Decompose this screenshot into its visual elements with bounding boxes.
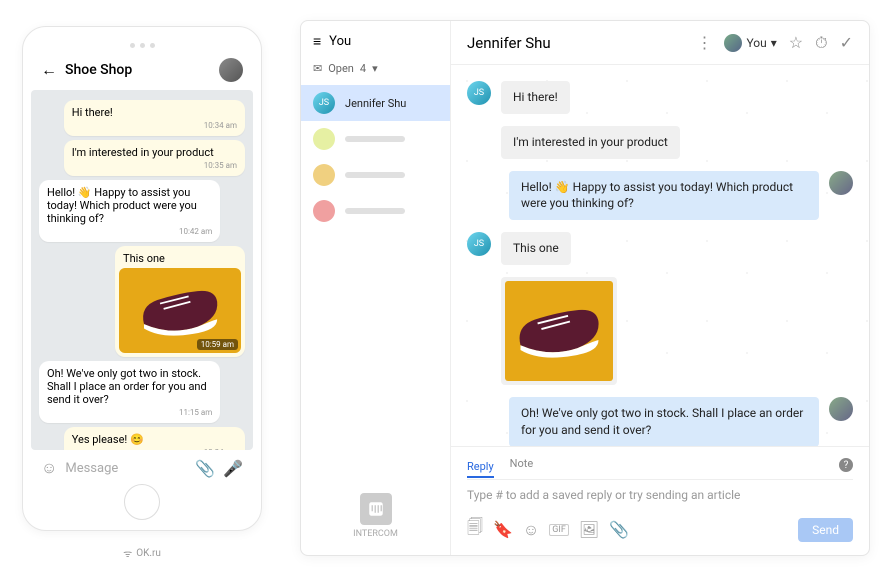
message-bubble: Hello! 👋 Happy to assist you today! Whic… bbox=[509, 171, 819, 221]
composer: Reply Note ? Type # to add a saved reply… bbox=[451, 446, 869, 555]
user-avatar bbox=[724, 34, 742, 52]
more-icon[interactable]: ⋮ bbox=[696, 33, 712, 52]
customer-name: Jennifer Shu bbox=[467, 34, 686, 52]
inbox-folder[interactable]: ✉ Open 4 ▾ bbox=[301, 58, 450, 85]
message-avatar: JS bbox=[467, 232, 491, 256]
message-bubble: This one bbox=[501, 232, 571, 265]
intercom-icon bbox=[360, 493, 392, 525]
phone-header: ← Shoe Shop bbox=[31, 54, 253, 90]
chevron-down-icon: ▾ bbox=[372, 62, 378, 75]
tab-reply[interactable]: Reply bbox=[467, 460, 494, 478]
message-input[interactable]: Message bbox=[65, 461, 187, 476]
image-icon[interactable]: 🖼 bbox=[579, 520, 599, 539]
attachment-icon[interactable]: 📎 bbox=[195, 459, 215, 478]
home-button[interactable] bbox=[124, 484, 160, 520]
thread-row bbox=[467, 277, 853, 385]
bookmark-icon[interactable]: 🔖 bbox=[493, 520, 513, 539]
intercom-brand: INTERCOM bbox=[301, 493, 450, 555]
chevron-down-icon: ▾ bbox=[771, 36, 777, 50]
star-icon[interactable]: ☆ bbox=[789, 33, 803, 52]
message-thread: JS Hi there! I'm interested in your produc… bbox=[451, 65, 869, 446]
snooze-icon[interactable]: ⏱ bbox=[815, 33, 827, 53]
mic-icon[interactable]: 🎤 bbox=[223, 459, 243, 478]
phone-input-bar: ☺ Message 📎 🎤 bbox=[31, 450, 253, 478]
thread-row: Oh! We've only got two in stock. Shall I… bbox=[467, 397, 853, 446]
sidebar-header: ≡ You bbox=[301, 21, 450, 58]
ok-icon: ᯤ bbox=[123, 546, 132, 560]
conversation-item[interactable] bbox=[301, 193, 450, 229]
message-avatar bbox=[829, 397, 853, 421]
message-bubble: I'm interested in your product bbox=[501, 126, 680, 159]
conversation-item[interactable]: JSJennifer Shu bbox=[301, 85, 450, 121]
menu-icon[interactable]: ≡ bbox=[313, 33, 321, 50]
thread-row: JS This one bbox=[467, 232, 853, 265]
message-bubble: Hi there! bbox=[501, 81, 570, 114]
platform-label: ᯤ OK.ru bbox=[22, 546, 262, 560]
emoji-icon[interactable]: ☺ bbox=[523, 520, 539, 540]
message-avatar: JS bbox=[467, 81, 491, 105]
send-button[interactable]: Send bbox=[798, 518, 853, 542]
chat-title: Shoe Shop bbox=[65, 62, 211, 78]
phone-chat-body: Hi there!10:34 am I'm interested in your … bbox=[31, 90, 253, 450]
message-avatar bbox=[829, 171, 853, 195]
phone-mockup: ← Shoe Shop Hi there!10:34 am I'm interes… bbox=[22, 26, 262, 531]
emoji-icon[interactable]: ☺ bbox=[41, 458, 57, 478]
conversation-header: Jennifer Shu ⋮ You ▾ ☆ ⏱ ✓ bbox=[451, 21, 869, 65]
sidebar-user: You bbox=[329, 34, 351, 49]
assignee-selector[interactable]: You ▾ bbox=[724, 34, 776, 52]
thread-row: I'm interested in your product bbox=[467, 126, 853, 159]
message-bubble: Yes please! 😊10:34 am bbox=[64, 427, 245, 450]
sidebar: ≡ You ✉ Open 4 ▾ JSJennifer Shu INTERCOM bbox=[301, 21, 451, 555]
help-icon[interactable]: ? bbox=[839, 458, 853, 472]
inbox-icon: ✉ bbox=[313, 62, 322, 75]
message-bubble: Oh! We've only got two in stock. Shall I… bbox=[39, 361, 220, 423]
gif-icon[interactable]: GIF bbox=[549, 524, 569, 536]
image-message[interactable] bbox=[501, 277, 617, 385]
message-bubble: Oh! We've only got two in stock. Shall I… bbox=[509, 397, 819, 446]
image-message[interactable]: This one10:59 am bbox=[115, 246, 245, 357]
conversation-item[interactable] bbox=[301, 121, 450, 157]
thread-row: JS Hi there! bbox=[467, 81, 853, 114]
composer-input[interactable]: Type # to add a saved reply or try sendi… bbox=[467, 488, 853, 506]
avatar[interactable] bbox=[219, 58, 243, 82]
attachment-icon[interactable]: 📎 bbox=[609, 520, 629, 539]
thread-row: Hello! 👋 Happy to assist you today! Whic… bbox=[467, 171, 853, 221]
message-bubble: Hi there!10:34 am bbox=[64, 100, 245, 136]
conversation-item[interactable] bbox=[301, 157, 450, 193]
close-conversation-icon[interactable]: ✓ bbox=[840, 33, 853, 52]
message-bubble: Hello! 👋 Happy to assist you today! Whic… bbox=[39, 180, 220, 242]
tab-note[interactable]: Note bbox=[510, 457, 534, 473]
conversation-list: JSJennifer Shu bbox=[301, 85, 450, 229]
main-panel: Jennifer Shu ⋮ You ▾ ☆ ⏱ ✓ JS Hi there! I'… bbox=[451, 21, 869, 555]
intercom-window: ≡ You ✉ Open 4 ▾ JSJennifer Shu INTERCOM… bbox=[300, 20, 870, 556]
message-bubble: I'm interested in your product10:35 am bbox=[64, 140, 245, 176]
back-icon[interactable]: ← bbox=[41, 60, 57, 80]
saved-reply-icon[interactable]: 🗐 bbox=[467, 516, 483, 543]
